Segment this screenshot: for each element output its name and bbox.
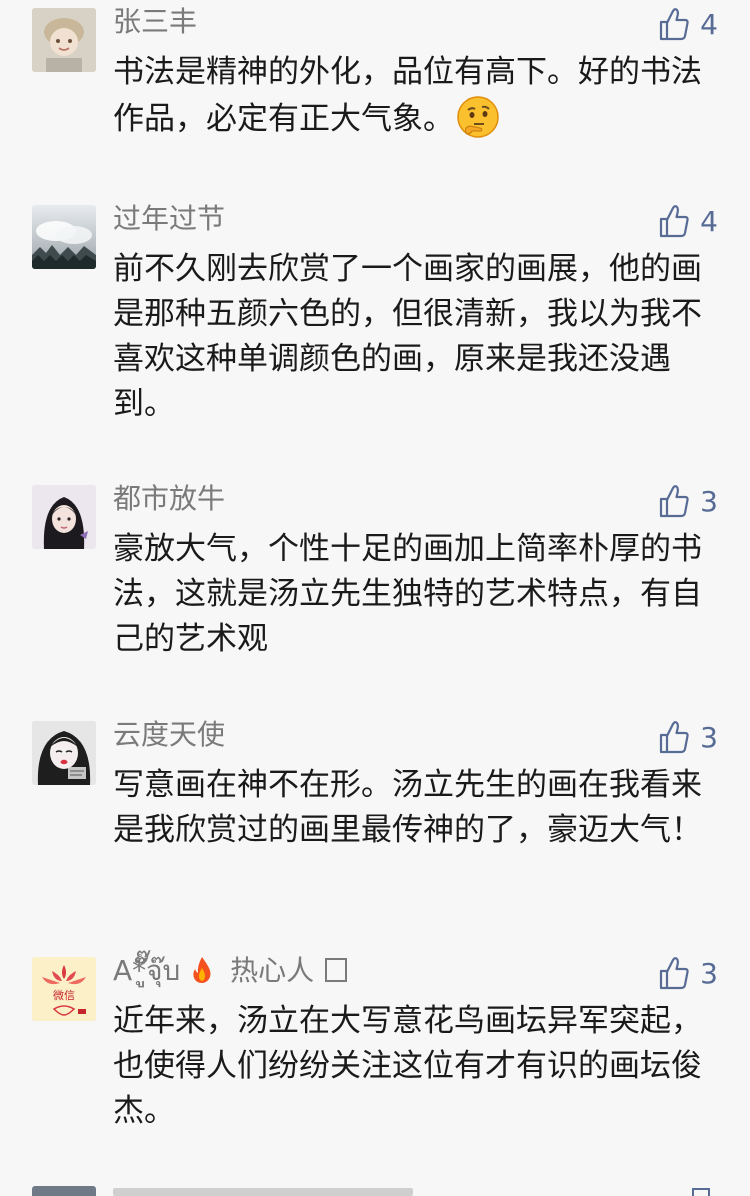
comment-item: 都市放牛 3 豪放大气，个性十足的画加上简率朴厚的书法，这就是汤立先生独特的艺术… [0, 477, 750, 697]
author-name: 都市放牛 [113, 482, 226, 515]
author-name: 张三丰 [113, 5, 198, 38]
like-count: 3 [700, 484, 718, 518]
avatar[interactable] [32, 205, 96, 269]
avatar[interactable] [32, 1186, 96, 1196]
square-icon [325, 958, 348, 982]
thumbs-up-icon [660, 485, 689, 518]
avatar[interactable] [32, 8, 96, 72]
like-count: 4 [700, 204, 718, 238]
avatar[interactable] [32, 485, 96, 549]
comment-item: 张三丰 4 书法是精神的外化，品位有高下。好的书法作品，必定有正大气象。 [0, 0, 750, 190]
comment-author[interactable]: 过年过节 [113, 197, 225, 241]
avatar[interactable] [32, 721, 96, 785]
avatar-label: 微信 [53, 988, 75, 1002]
comment-text: 近年来，汤立在大写意花鸟画坛异军突起，也使得人们纷纷关注这位有才有识的画坛俊杰。 [113, 1003, 702, 1129]
comment-item: 微信 A*ู๊ั๊จุ๊บ 热心人 3 近年来，汤立在大写意花鸟画坛异军突起，也… [0, 949, 750, 1179]
comment-author[interactable]: A*ู๊ั๊จุ๊บ 热心人 [113, 949, 348, 993]
author-name: 过年过节 [113, 202, 226, 235]
comment-list: 张三丰 4 书法是精神的外化，品位有高下。好的书法作品，必定有正大气象。 过年过… [0, 0, 750, 1196]
like-button[interactable]: 3 [658, 717, 718, 757]
comment-text: 前不久刚去欣赏了一个画家的画展，他的画是那种五颜六色的，但很清新，我以为我不喜欢… [113, 251, 702, 422]
comment-author[interactable]: 张三丰 [113, 0, 197, 44]
comment-author[interactable]: 都市放牛 [113, 477, 225, 521]
user-badge: 热心人 [230, 954, 315, 987]
like-count: 3 [700, 956, 718, 990]
comment-item: 云度天使 3 写意画在神不在形。汤立先生的画在我看来是我欣赏过的画里最传神的了，… [0, 713, 750, 933]
like-button[interactable]: 4 [658, 201, 718, 241]
partial-name-placeholder [113, 1188, 413, 1196]
comment-text: 书法是精神的外化，品位有高下。好的书法作品，必定有正大气象。 [113, 54, 702, 138]
thumbs-up-icon [660, 8, 689, 41]
thumbs-up-icon [660, 957, 689, 990]
comment-author[interactable]: 云度天使 [113, 713, 225, 757]
thinking-face-icon [457, 96, 499, 138]
fire-icon [193, 957, 211, 983]
like-count: 3 [700, 720, 718, 754]
like-button[interactable]: 4 [658, 4, 718, 44]
comment-item: 过年过节 4 前不久刚去欣赏了一个画家的画展，他的画是那种五颜六色的，但很清新，… [0, 197, 750, 467]
like-count: 4 [700, 7, 718, 41]
like-button[interactable]: 3 [658, 481, 718, 521]
author-name: A*ู๊ั๊จุ๊บ [113, 954, 181, 987]
thumbs-up-icon [660, 721, 689, 754]
comment-text: 写意画在神不在形。汤立先生的画在我看来是我欣赏过的画里最传神的了，豪迈大气！ [113, 767, 702, 848]
thumbs-up-icon[interactable] [692, 1188, 710, 1196]
avatar[interactable]: 微信 [32, 957, 96, 1021]
thumbs-up-icon [660, 205, 689, 238]
like-button[interactable]: 3 [658, 953, 718, 993]
author-name: 云度天使 [113, 718, 226, 751]
comment-text: 豪放大气，个性十足的画加上简率朴厚的书法，这就是汤立先生独特的艺术特点，有自己的… [113, 531, 702, 657]
comment-item-partial [0, 1186, 750, 1196]
